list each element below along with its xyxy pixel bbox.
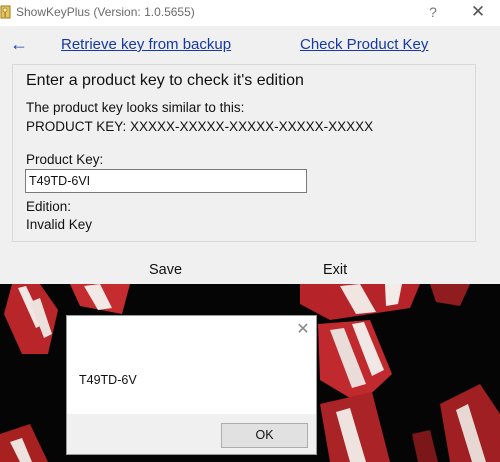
title-bar[interactable]: ShowKeyPlus (Version: 1.0.5655) ? ✕ bbox=[0, 0, 500, 26]
edition-value: Invalid Key bbox=[26, 217, 93, 232]
help-button[interactable]: ? bbox=[420, 2, 446, 22]
save-button[interactable]: Save bbox=[149, 262, 182, 278]
dialog-footer: OK bbox=[67, 414, 316, 454]
exit-button[interactable]: Exit bbox=[323, 262, 347, 278]
message-box-dialog: ✕ T49TD-6V OK bbox=[66, 315, 317, 455]
check-key-panel: Enter a product key to check it's editio… bbox=[12, 64, 476, 242]
showkeyplus-window: ShowKeyPlus (Version: 1.0.5655) ? ✕ ← Re… bbox=[0, 0, 500, 284]
close-window-button[interactable]: ✕ bbox=[466, 2, 490, 22]
panel-heading: Enter a product key to check it's editio… bbox=[26, 72, 304, 89]
key-format-example: PRODUCT KEY: XXXXX-XXXXX-XXXXX-XXXXX-XXX… bbox=[26, 119, 374, 134]
key-format-hint: The product key looks similar to this: bbox=[26, 100, 245, 115]
key-app-icon bbox=[0, 5, 11, 19]
product-key-label: Product Key: bbox=[26, 152, 104, 167]
edition-label: Edition: bbox=[26, 199, 72, 214]
check-product-key-link[interactable]: Check Product Key bbox=[300, 36, 428, 53]
retrieve-key-link[interactable]: Retrieve key from backup bbox=[61, 36, 231, 53]
ok-button[interactable]: OK bbox=[221, 423, 308, 448]
dialog-close-icon[interactable]: ✕ bbox=[295, 322, 311, 338]
back-arrow-icon[interactable]: ← bbox=[10, 34, 32, 54]
product-key-input[interactable] bbox=[25, 169, 307, 193]
dialog-message: T49TD-6V bbox=[79, 373, 137, 387]
window-title: ShowKeyPlus (Version: 1.0.5655) bbox=[16, 5, 195, 19]
